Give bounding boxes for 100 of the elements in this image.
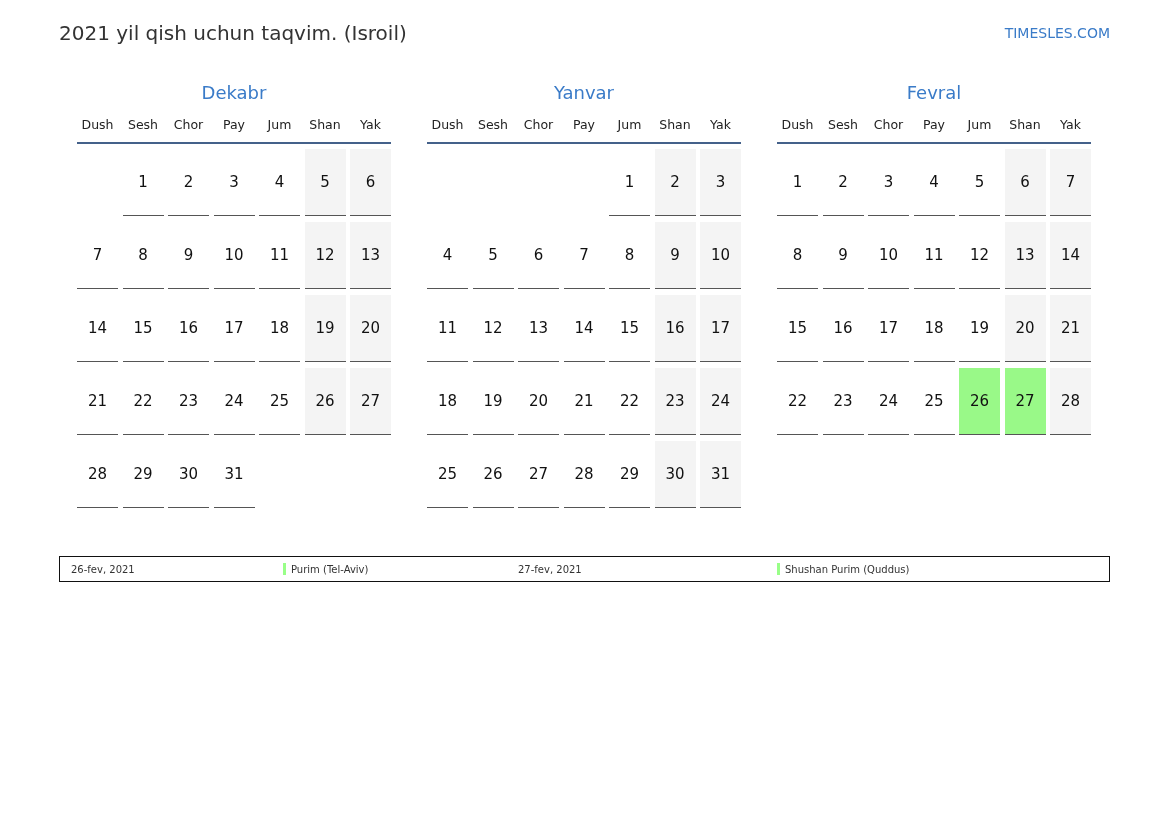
day-cell: 13 [1004, 222, 1046, 289]
day-cell: 16 [654, 295, 696, 362]
day-cell: 7 [1050, 149, 1091, 216]
weekday-label: Sesh [127, 117, 159, 132]
site-link[interactable]: TIMESLES.COM [1004, 23, 1110, 44]
day-cell: 3 [700, 149, 741, 216]
day-cell: 22 [122, 368, 164, 435]
weekday-label: Jum [267, 117, 292, 132]
day-cell: 28 [77, 441, 118, 508]
legend-event: Purim (Tel-Aviv) [291, 562, 369, 577]
day-cell: 7 [563, 222, 605, 289]
day-cell: 8 [122, 222, 164, 289]
weekday-label: Sesh [827, 117, 859, 132]
day-cell: 10 [213, 222, 255, 289]
day-cell: 11 [259, 222, 300, 289]
day-cell: 26 [472, 441, 514, 508]
day-cell: 2 [822, 149, 864, 216]
day-cell: 5 [304, 149, 346, 216]
day-cell: 19 [959, 295, 1000, 362]
day-cell: 24 [868, 368, 909, 435]
day-cell: 24 [213, 368, 255, 435]
day-cell: 21 [1050, 295, 1091, 362]
day-cell: 1 [122, 149, 164, 216]
day-cell: 5 [959, 149, 1000, 216]
day-cell: 5 [472, 222, 514, 289]
day-cell: 10 [868, 222, 909, 289]
day-cell: 9 [168, 222, 209, 289]
day-cell: 31 [213, 441, 255, 508]
day-cell: 27 [1004, 368, 1046, 435]
day-cell: 7 [77, 222, 118, 289]
legend-event: Shushan Purim (Quddus) [785, 562, 910, 577]
day-cell: 1 [609, 149, 650, 216]
day-cell: 11 [427, 295, 468, 362]
day-cell: 6 [518, 222, 559, 289]
day-cell: 18 [259, 295, 300, 362]
weekday-label: Yak [710, 117, 731, 132]
day-cell: 18 [427, 368, 468, 435]
weekday-label: Pay [222, 117, 245, 132]
day-cell: 14 [563, 295, 605, 362]
day-cell: 26 [304, 368, 346, 435]
weekday-label: Yak [360, 117, 381, 132]
day-cell: 23 [822, 368, 864, 435]
day-cell: 9 [822, 222, 864, 289]
day-cell: 22 [777, 368, 818, 435]
day-cell: 14 [1050, 222, 1091, 289]
day-cell: 20 [518, 368, 559, 435]
page-title: 2021 yil qish uchun taqvim. (Isroil) [59, 20, 407, 46]
day-cell: 18 [913, 295, 955, 362]
day-cell: 28 [563, 441, 605, 508]
day-cell: 29 [122, 441, 164, 508]
day-cell: 23 [168, 368, 209, 435]
day-cell: 15 [777, 295, 818, 362]
day-cell: 20 [1004, 295, 1046, 362]
day-cell: 16 [168, 295, 209, 362]
weekday-label: Jum [967, 117, 992, 132]
day-cell: 16 [822, 295, 864, 362]
day-cell: 13 [518, 295, 559, 362]
day-cell: 14 [77, 295, 118, 362]
day-cell: 12 [472, 295, 514, 362]
day-cell: 30 [168, 441, 209, 508]
day-cell: 23 [654, 368, 696, 435]
day-cell: 12 [959, 222, 1000, 289]
weekday-label: Pay [922, 117, 945, 132]
day-cell: 3 [868, 149, 909, 216]
weekday-label: Sesh [477, 117, 509, 132]
legend-date: 27-fev, 2021 [517, 562, 583, 577]
weekday-label: Pay [572, 117, 595, 132]
day-cell: 25 [259, 368, 300, 435]
day-cell: 21 [563, 368, 605, 435]
weekday-label: Shan [659, 117, 691, 132]
day-cell: 30 [654, 441, 696, 508]
weekday-label: Dush [781, 117, 814, 132]
day-cell: 9 [654, 222, 696, 289]
day-cell: 4 [427, 222, 468, 289]
weekday-label: Shan [1009, 117, 1041, 132]
day-cell: 25 [427, 441, 468, 508]
day-cell: 28 [1050, 368, 1091, 435]
month-title: Yanvar [553, 82, 614, 104]
day-cell: 27 [518, 441, 559, 508]
day-cell: 4 [259, 149, 300, 216]
weekday-label: Jum [617, 117, 642, 132]
day-cell: 25 [913, 368, 955, 435]
day-cell: 22 [609, 368, 650, 435]
month-title: Fevral [906, 82, 962, 104]
weekday-label: Chor [523, 117, 554, 132]
day-cell: 17 [700, 295, 741, 362]
legend-date: 26-fev, 2021 [70, 562, 136, 577]
day-cell: 4 [913, 149, 955, 216]
day-cell: 12 [304, 222, 346, 289]
day-cell: 15 [609, 295, 650, 362]
day-cell: 10 [700, 222, 741, 289]
day-cell: 8 [777, 222, 818, 289]
day-cell: 19 [472, 368, 514, 435]
weekday-label: Yak [1060, 117, 1081, 132]
day-cell: 2 [654, 149, 696, 216]
day-cell: 11 [913, 222, 955, 289]
month-title: Dekabr [201, 82, 267, 104]
day-cell: 24 [700, 368, 741, 435]
day-cell: 15 [122, 295, 164, 362]
weekday-label: Chor [173, 117, 204, 132]
